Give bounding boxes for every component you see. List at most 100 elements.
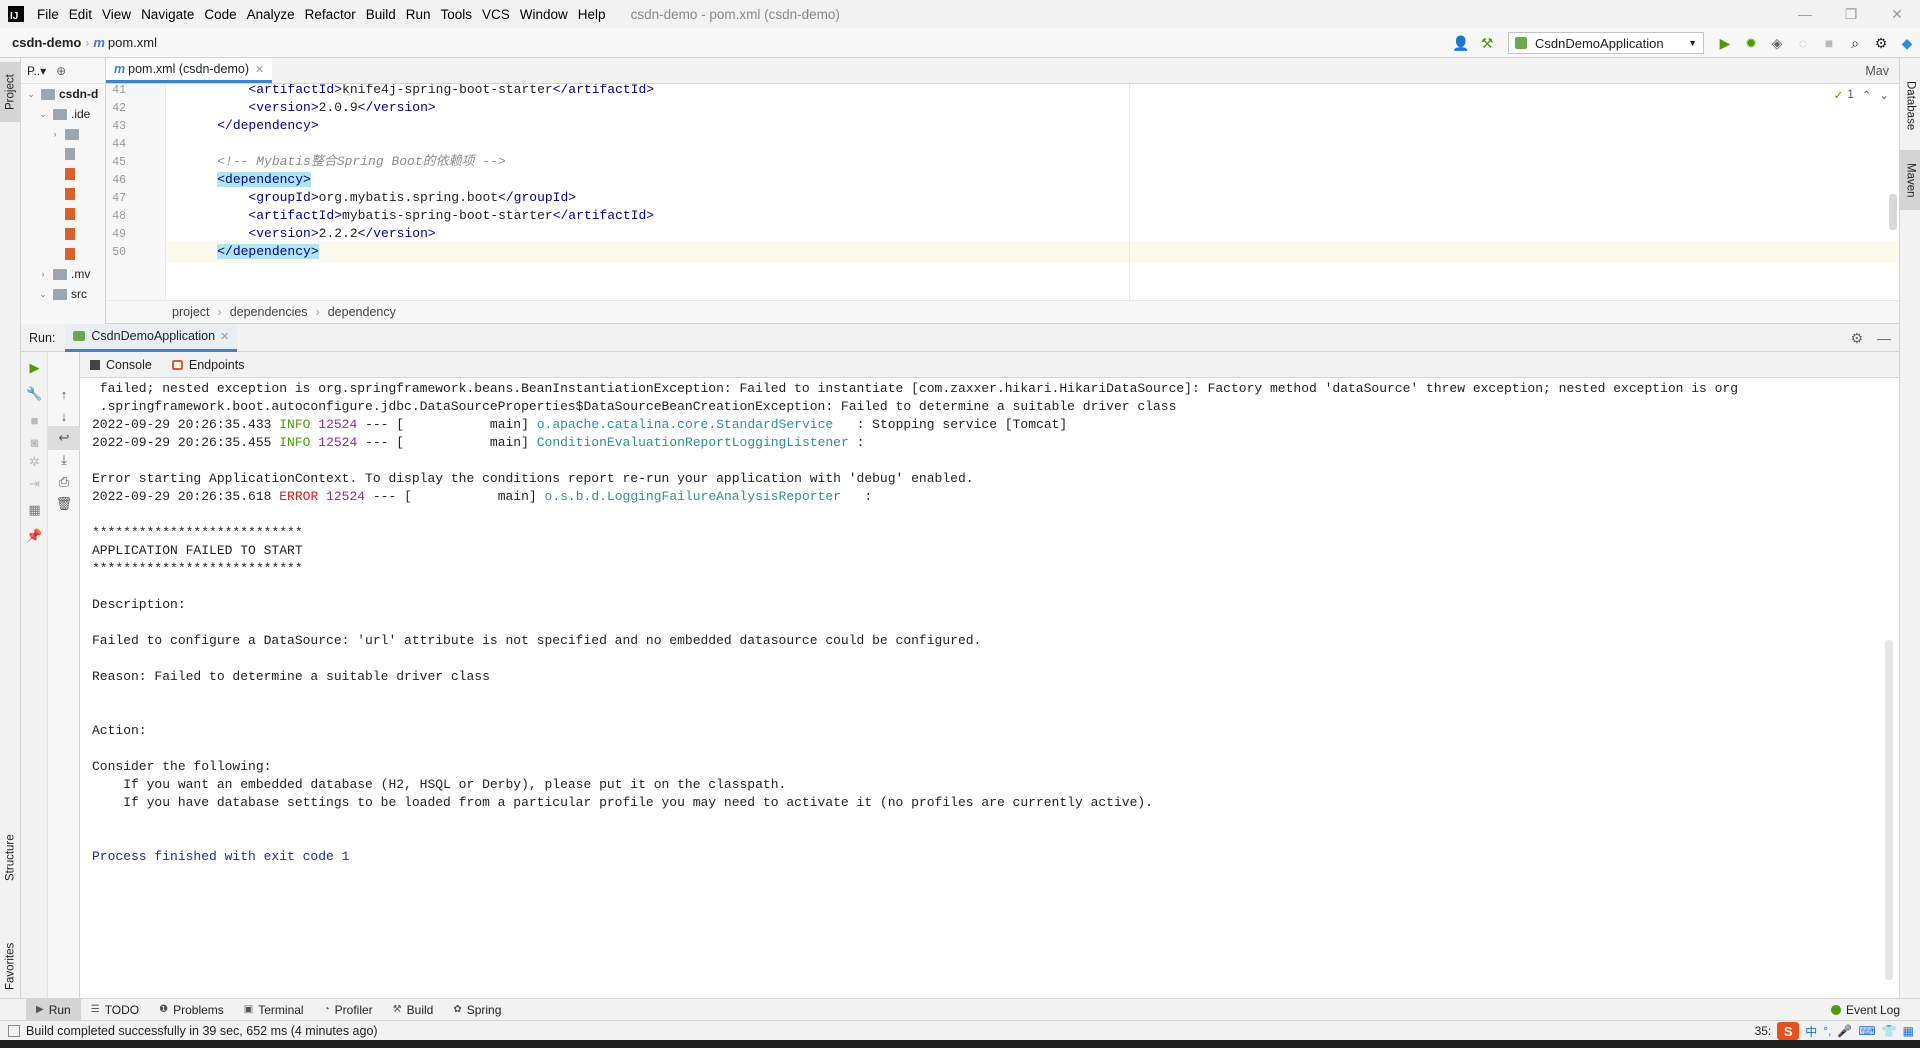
tree-item[interactable] [21,144,105,164]
ime-logo[interactable]: S [1777,1022,1800,1040]
menu-item-refactor[interactable]: Refactor [300,0,361,28]
gear-icon[interactable]: ⚙ [1869,31,1893,55]
close-icon[interactable]: ✕ [255,63,264,76]
tree-item[interactable] [21,224,105,244]
caret-position[interactable]: 35: [1755,1024,1772,1038]
grid-icon[interactable]: ▦ [1903,1024,1914,1038]
tree-item[interactable]: ⌄ src [21,284,105,304]
arrow-down-icon[interactable]: ↓ [48,404,80,428]
xml-breadcrumb-item[interactable]: project [172,305,210,319]
run-configuration-select[interactable]: CsdnDemoApplication ▼ [1508,32,1704,54]
menu-item-vcs[interactable]: VCS [477,0,515,28]
minimize-icon[interactable]: — [1782,0,1828,28]
bottom-tab-run[interactable]: ▶ Run [26,998,81,1021]
tool-tab-favorites[interactable]: Favorites [0,926,21,1006]
xml-breadcrumb-item[interactable]: dependencies [230,305,308,319]
search-icon[interactable]: ⌕ [1843,31,1867,55]
console-scrollbar[interactable] [1885,640,1893,980]
layout-icon[interactable]: ▦ [21,498,48,522]
scroll-to-end-icon[interactable]: ⤓ [48,448,80,472]
tree-item[interactable] [21,164,105,184]
tree-item[interactable]: ⌄ csdn-d [21,84,105,104]
tool-tab-project[interactable]: Project [0,62,21,122]
pin-icon[interactable]: 📌 [21,524,48,548]
run-icon[interactable]: ▶ [1713,31,1737,55]
gear-icon[interactable]: ⚙ [1850,330,1863,347]
tool-tab-database[interactable]: Database [1900,66,1920,146]
profile-icon[interactable]: ◌ [1791,31,1815,55]
tree-item[interactable] [21,184,105,204]
menu-item-analyze[interactable]: Analyze [242,0,300,28]
toolbox-icon[interactable]: ◆ [1895,31,1919,55]
menu-item-navigate[interactable]: Navigate [136,0,199,28]
debug-icon[interactable]: ✹ [1739,31,1763,55]
bottom-tab-profiler[interactable]: ◔ Profiler [314,999,383,1021]
chevron-icon[interactable]: › [37,269,49,279]
breadcrumb-project[interactable]: csdn-demo [0,35,85,50]
tool-tab-maven[interactable]: Maven [1900,150,1920,210]
user-icon[interactable]: 👤 [1449,31,1473,55]
keyboard-icon[interactable]: ⌨ [1858,1024,1875,1038]
inspection-widget[interactable]: ✓ 1 ⌃ ⌄ [1834,88,1889,102]
tree-item[interactable] [21,244,105,264]
arrow-up-icon[interactable]: ↑ [48,382,80,406]
bottom-tab-build[interactable]: ⚒ Build [383,999,444,1021]
editor-tab-pom[interactable]: m pom.xml (csdn-demo) ✕ [106,58,273,83]
menu-item-file[interactable]: File [32,0,64,28]
menu-item-tools[interactable]: Tools [436,0,478,28]
close-icon[interactable]: ✕ [1874,0,1920,28]
microphone-icon[interactable]: 🎤 [1837,1024,1852,1038]
chevron-icon[interactable]: ⌄ [37,109,49,120]
tree-item[interactable]: ⌄ .ide [21,104,105,124]
trash-icon[interactable]: 🗑 [48,492,80,516]
target-icon[interactable]: ⊕ [56,64,66,78]
breadcrumb-file[interactable]: m pom.xml [89,35,161,50]
arrow-down-icon[interactable]: ⌄ [1879,88,1889,102]
menu-item-build[interactable]: Build [361,0,401,28]
tab-endpoints[interactable]: Endpoints [162,352,255,378]
shirt-icon[interactable]: 👕 [1882,1024,1897,1038]
build-hammer-icon[interactable]: ⚒ [1475,31,1499,55]
rerun-icon[interactable]: ▶ [21,356,48,380]
maven-panel-header[interactable]: Mav [1865,58,1899,83]
arrow-up-icon[interactable]: ⌃ [1862,88,1872,102]
tree-item[interactable]: › [21,124,105,144]
close-icon[interactable]: ✕ [220,330,229,343]
debugger-icon[interactable]: ✲ [21,450,48,474]
tree-item[interactable]: › .mv [21,264,105,284]
tab-console[interactable]: Console [80,352,162,378]
console-output[interactable]: failed; nested exception is org.springfr… [80,378,1899,998]
bottom-tab-spring[interactable]: ✿ Spring [443,999,511,1021]
tool-tab-structure[interactable]: Structure [0,818,21,898]
stop-icon[interactable]: ■ [1817,31,1841,55]
code-editor[interactable]: 41 42 43 44 45 46 47 48 49 50 <artifactId>knife4j… [106,84,1899,300]
project-view-select[interactable]: P..▾ [27,64,46,78]
coverage-icon[interactable]: ◈ [1765,31,1789,55]
menu-item-code[interactable]: Code [199,0,241,28]
restore-icon[interactable]: ❐ [1828,0,1874,28]
bottom-tab-problems[interactable]: ❶ Problems [149,999,234,1021]
menu-item-window[interactable]: Window [515,0,573,28]
bottom-tab-todo[interactable]: ☰ TODO [81,999,149,1021]
hide-icon[interactable]: — [1877,330,1891,346]
stop-icon[interactable]: ■ [21,408,48,432]
punctuation-icon[interactable]: °, [1823,1024,1831,1038]
editor-scrollbar[interactable] [1889,194,1897,230]
chevron-icon[interactable]: ⌄ [25,89,37,100]
event-log-button[interactable]: Event Log [1830,999,1900,1021]
wrench-icon[interactable]: 🔧 [21,382,48,406]
status-toggle-icon[interactable] [8,1024,20,1037]
bottom-tab-terminal[interactable]: ▣ Terminal [234,999,314,1021]
soft-wrap-icon[interactable]: ↩ [48,426,80,450]
run-tab-application[interactable]: CsdnDemoApplication ✕ [65,323,238,352]
menu-item-run[interactable]: Run [401,0,436,28]
print-icon[interactable]: ⎙ [48,470,80,494]
exit-icon[interactable]: ⇥ [21,472,48,496]
tree-item[interactable] [21,204,105,224]
menu-item-help[interactable]: Help [573,0,611,28]
menu-item-edit[interactable]: Edit [64,0,97,28]
ime-language[interactable]: 中 [1805,1023,1817,1040]
xml-breadcrumb-item[interactable]: dependency [328,305,396,319]
chevron-icon[interactable]: › [49,129,61,139]
menu-item-view[interactable]: View [97,0,136,28]
